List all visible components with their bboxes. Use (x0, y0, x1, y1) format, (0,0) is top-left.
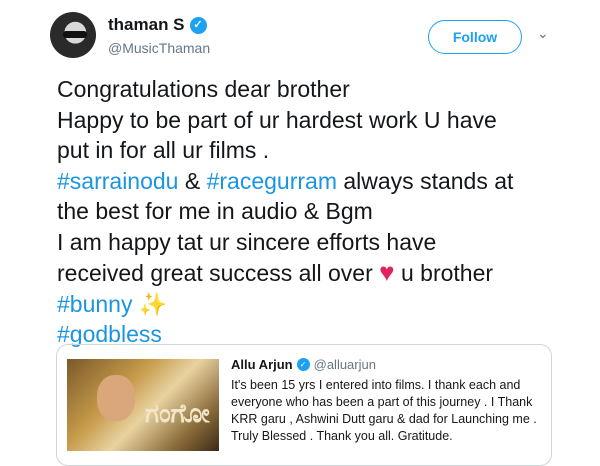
quoted-tweet-header: Allu Arjun ✓ @alluarjun (231, 357, 376, 372)
tweet-line: received great success all over ♥ u brot… (57, 257, 577, 289)
movie-poster-face (97, 375, 135, 421)
quoted-author-name[interactable]: Allu Arjun (231, 357, 293, 372)
sunglasses-graphic (63, 31, 87, 38)
tweet-body: Congratulations dear brother Happy to be… (57, 74, 577, 350)
tweet-text-fragment: always stands at (336, 167, 514, 194)
movie-title-logo: ಗಂಗೋ (145, 399, 210, 429)
verified-badge-icon: ✓ (189, 16, 207, 34)
tweet-line: Happy to be part of ur hardest work U ha… (57, 106, 497, 133)
quoted-author-handle[interactable]: @alluarjun (314, 357, 376, 372)
author-handle[interactable]: @MusicThaman (108, 40, 210, 56)
chevron-down-icon[interactable]: ⌄ (537, 26, 549, 40)
tweet-line: #sarrainodu & #racegurram always stands … (57, 166, 577, 197)
author-name-row: thaman S ✓ (108, 15, 207, 35)
author-display-name[interactable]: thaman S (108, 15, 185, 35)
verified-badge-icon: ✓ (296, 358, 310, 371)
sparkles-emoji-icon: ✨ (138, 290, 168, 317)
hashtag-link-bunny[interactable]: #bunny (57, 291, 132, 317)
quoted-tweet-image[interactable]: ಗಂಗೋ (67, 359, 219, 451)
tweet-text-fragment: & (178, 167, 207, 194)
tweet-line: I am happy tat ur sincere efforts have (57, 228, 437, 255)
quoted-tweet-text: It's been 15 yrs I entered into films. I… (231, 378, 537, 443)
red-heart-emoji-icon: ♥ (379, 257, 395, 287)
hashtag-link-racegurram[interactable]: #racegurram (207, 168, 337, 194)
tweet-line: the best for me in audio & Bgm (57, 198, 373, 224)
tweet-text-fragment: received great success all over (57, 260, 380, 286)
tweet-text-fragment: u brother (394, 260, 494, 286)
tweet-line: put in for all ur films . (57, 137, 270, 163)
tweet-line: #bunny ✨ (57, 289, 577, 320)
quoted-tweet-card[interactable]: ಗಂಗೋ Allu Arjun ✓ @alluarjun It's been 1… (56, 344, 552, 466)
tweet-line: Congratulations dear brother (57, 76, 350, 102)
hashtag-link-sarrainodu[interactable]: #sarrainodu (57, 168, 178, 194)
follow-button[interactable]: Follow (428, 20, 522, 54)
author-avatar[interactable] (50, 12, 96, 58)
